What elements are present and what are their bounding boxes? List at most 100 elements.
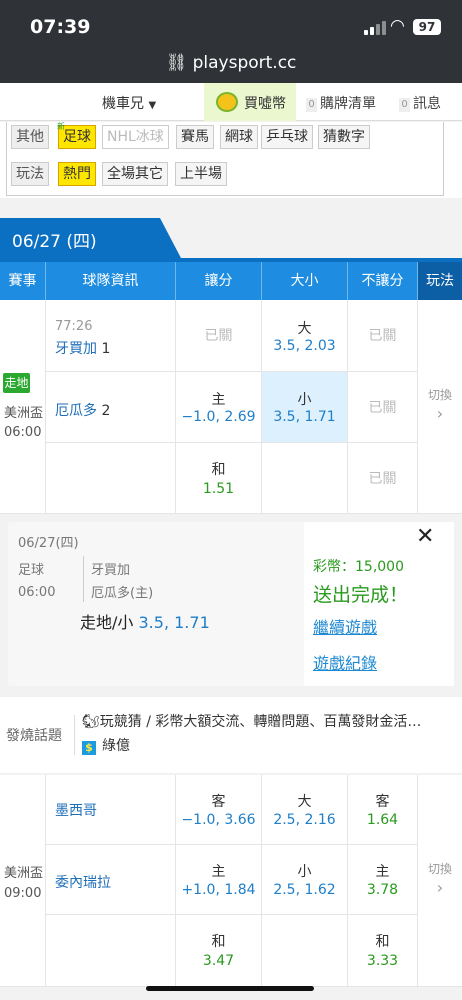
- buy-coin-button[interactable]: 買噓幣: [204, 83, 296, 121]
- odds-label: 主: [211, 864, 226, 880]
- message-link[interactable]: 0 訊息: [399, 93, 441, 113]
- url-text: playsport.cc: [192, 53, 297, 73]
- receipt-team-b: 厄瓜多(主): [91, 586, 154, 601]
- hot-topic-user: $ 綠億: [82, 735, 130, 755]
- odds-cell-draw[interactable]: 和 1.51: [176, 443, 262, 514]
- odds-cell-moneyline[interactable]: 主 3.78: [348, 845, 418, 915]
- odds-cell-closed: 已關: [348, 300, 418, 372]
- closed-label: 已關: [204, 328, 233, 344]
- team-cell-empty: [46, 443, 176, 514]
- header-moneyline: 不讓分: [348, 262, 418, 300]
- odds-cell-over[interactable]: 大 2.5, 2.16: [262, 775, 348, 845]
- team-b-score: 2: [101, 403, 111, 419]
- match-info: [0, 775, 46, 987]
- buy-coin-label: 買噓幣: [244, 96, 286, 112]
- odds-cell-over[interactable]: 大 3.5, 2.03: [262, 300, 348, 372]
- hot-topic-label: 發燒話題: [6, 728, 62, 744]
- coin-badge-icon: $: [82, 741, 96, 755]
- odds-value: 2.5, 2.16: [273, 812, 336, 828]
- odds-label: 大: [297, 321, 312, 337]
- continue-link[interactable]: 繼續遊戲: [313, 614, 377, 638]
- match-time: 09:00: [4, 886, 42, 901]
- message-count: 0: [399, 98, 410, 112]
- odds-value: 3.5, 1.71: [273, 409, 336, 425]
- pick-label: 走地/小: [80, 613, 134, 632]
- odds-value: 1.64: [366, 812, 399, 828]
- receipt-team-a: 牙買加: [91, 563, 131, 578]
- sport-nhl[interactable]: NHL冰球: [102, 125, 169, 149]
- odds-label: 大: [297, 794, 312, 810]
- odds-cell-draw[interactable]: 和 3.33: [348, 915, 418, 987]
- match-clock: 77:26: [55, 319, 93, 334]
- odds-label: 客: [375, 794, 390, 810]
- match-time: 06:00: [4, 425, 42, 440]
- receipt-time: 06:00: [18, 585, 56, 600]
- odds-label: 和: [211, 934, 226, 950]
- odds-cell-spread[interactable]: 主 −1.0, 2.69: [176, 372, 262, 443]
- address-bar[interactable]: ⛓ playsport.cc: [0, 53, 462, 73]
- header-team: 球隊資訊: [46, 262, 176, 300]
- user-menu[interactable]: 機車兄 ▼: [102, 93, 156, 113]
- user-name: 綠億: [102, 738, 130, 754]
- play-hot[interactable]: 熱門: [58, 162, 96, 186]
- table-header: 賽事 球隊資訊 讓分 大小 不讓分 玩法: [0, 262, 462, 300]
- new-badge: 新: [57, 122, 65, 131]
- pick-value: 3.5, 1.71: [138, 613, 210, 632]
- team-cell-empty: [46, 915, 176, 987]
- odds-cell-under-selected[interactable]: 小 3.5, 1.71: [262, 372, 348, 443]
- sport-horse[interactable]: 賽馬: [176, 125, 214, 149]
- receipt-sport: 足球: [18, 563, 45, 578]
- odds-cell-under[interactable]: 小 2.5, 1.62: [262, 845, 348, 915]
- team-a-name[interactable]: 墨西哥: [55, 800, 97, 820]
- home-indicator[interactable]: [146, 986, 314, 991]
- league-name: 美洲盃: [4, 406, 44, 421]
- odds-label: 和: [375, 934, 390, 950]
- record-link[interactable]: 遊戲紀錄: [313, 650, 377, 674]
- league-name: 美洲盃: [4, 866, 44, 881]
- live-badge: 走地: [3, 373, 30, 393]
- user-name: 機車兄: [102, 96, 144, 112]
- battery-indicator: 97: [413, 19, 441, 35]
- odds-value: 3.78: [366, 882, 399, 898]
- link-icon: ⛓: [165, 53, 188, 73]
- clock: 07:39: [30, 16, 91, 38]
- sport-numbers[interactable]: 猜數字: [318, 125, 370, 149]
- odds-cell-spread[interactable]: 主 +1.0, 1.84: [176, 845, 262, 915]
- play-fulltime-other[interactable]: 全場其它: [102, 162, 168, 186]
- team-name[interactable]: 牙買加 1: [55, 338, 110, 358]
- closed-label: 已關: [368, 328, 397, 344]
- odds-label: 和: [211, 462, 226, 478]
- odds-cell-draw[interactable]: 和 3.47: [176, 915, 262, 987]
- close-icon[interactable]: ✕: [416, 524, 434, 549]
- odds-label: 主: [211, 392, 226, 408]
- header-over-under: 大小: [262, 262, 348, 300]
- sport-tennis[interactable]: 網球: [220, 125, 258, 149]
- odds-value: 3.47: [202, 953, 235, 969]
- odds-value: −1.0, 3.66: [181, 812, 256, 828]
- odds-cell-moneyline[interactable]: 客 1.64: [348, 775, 418, 845]
- cart-count: 0: [306, 98, 317, 112]
- sport-pingpong[interactable]: 乒乓球: [261, 125, 313, 149]
- other-label: 其他: [11, 125, 49, 149]
- team-b-name[interactable]: 委內瑞拉: [55, 872, 111, 892]
- date-tab: 06/27 (四): [0, 218, 182, 260]
- play-first-half[interactable]: 上半場: [175, 162, 227, 186]
- team-cell: [46, 300, 176, 372]
- odds-cell-empty: [262, 443, 348, 514]
- filter-panel: 其他 足球 新 NHL冰球 賽馬 網球 乒乓球 猜數字 玩法 熱門 全場其它 上…: [0, 122, 462, 198]
- caret-down-icon: ▼: [148, 100, 157, 111]
- match-block: 美洲盃 09:00 墨西哥 委內瑞拉 客 −1.0, 3.66 大 2.5, 2.1…: [0, 775, 462, 987]
- closed-label: 已關: [368, 400, 397, 416]
- receipt-date: 06/27(四): [18, 536, 79, 551]
- cart-link[interactable]: 0 購牌清單: [306, 93, 376, 113]
- odds-value: −1.0, 2.69: [181, 409, 256, 425]
- coin-balance: 彩幣：15,000: [313, 559, 404, 575]
- hot-topic-bar[interactable]: 發燒話題 🐿玩競猜 / 彩幣大額交流、轉贈問題、百萬發財金活… $ 綠億: [0, 697, 462, 773]
- receipt-pick: 走地/小 3.5, 1.71: [80, 609, 210, 633]
- odds-cell-spread[interactable]: 客 −1.0, 3.66: [176, 775, 262, 845]
- team-name[interactable]: 厄瓜多 2: [55, 400, 110, 420]
- header-play: 玩法: [418, 262, 462, 300]
- sub-nav: 機車兄 ▼ 買噓幣 0 購牌清單 0 訊息: [0, 83, 462, 121]
- odds-cell-closed: 已關: [348, 372, 418, 443]
- odds-cell-closed: 已關: [176, 300, 262, 372]
